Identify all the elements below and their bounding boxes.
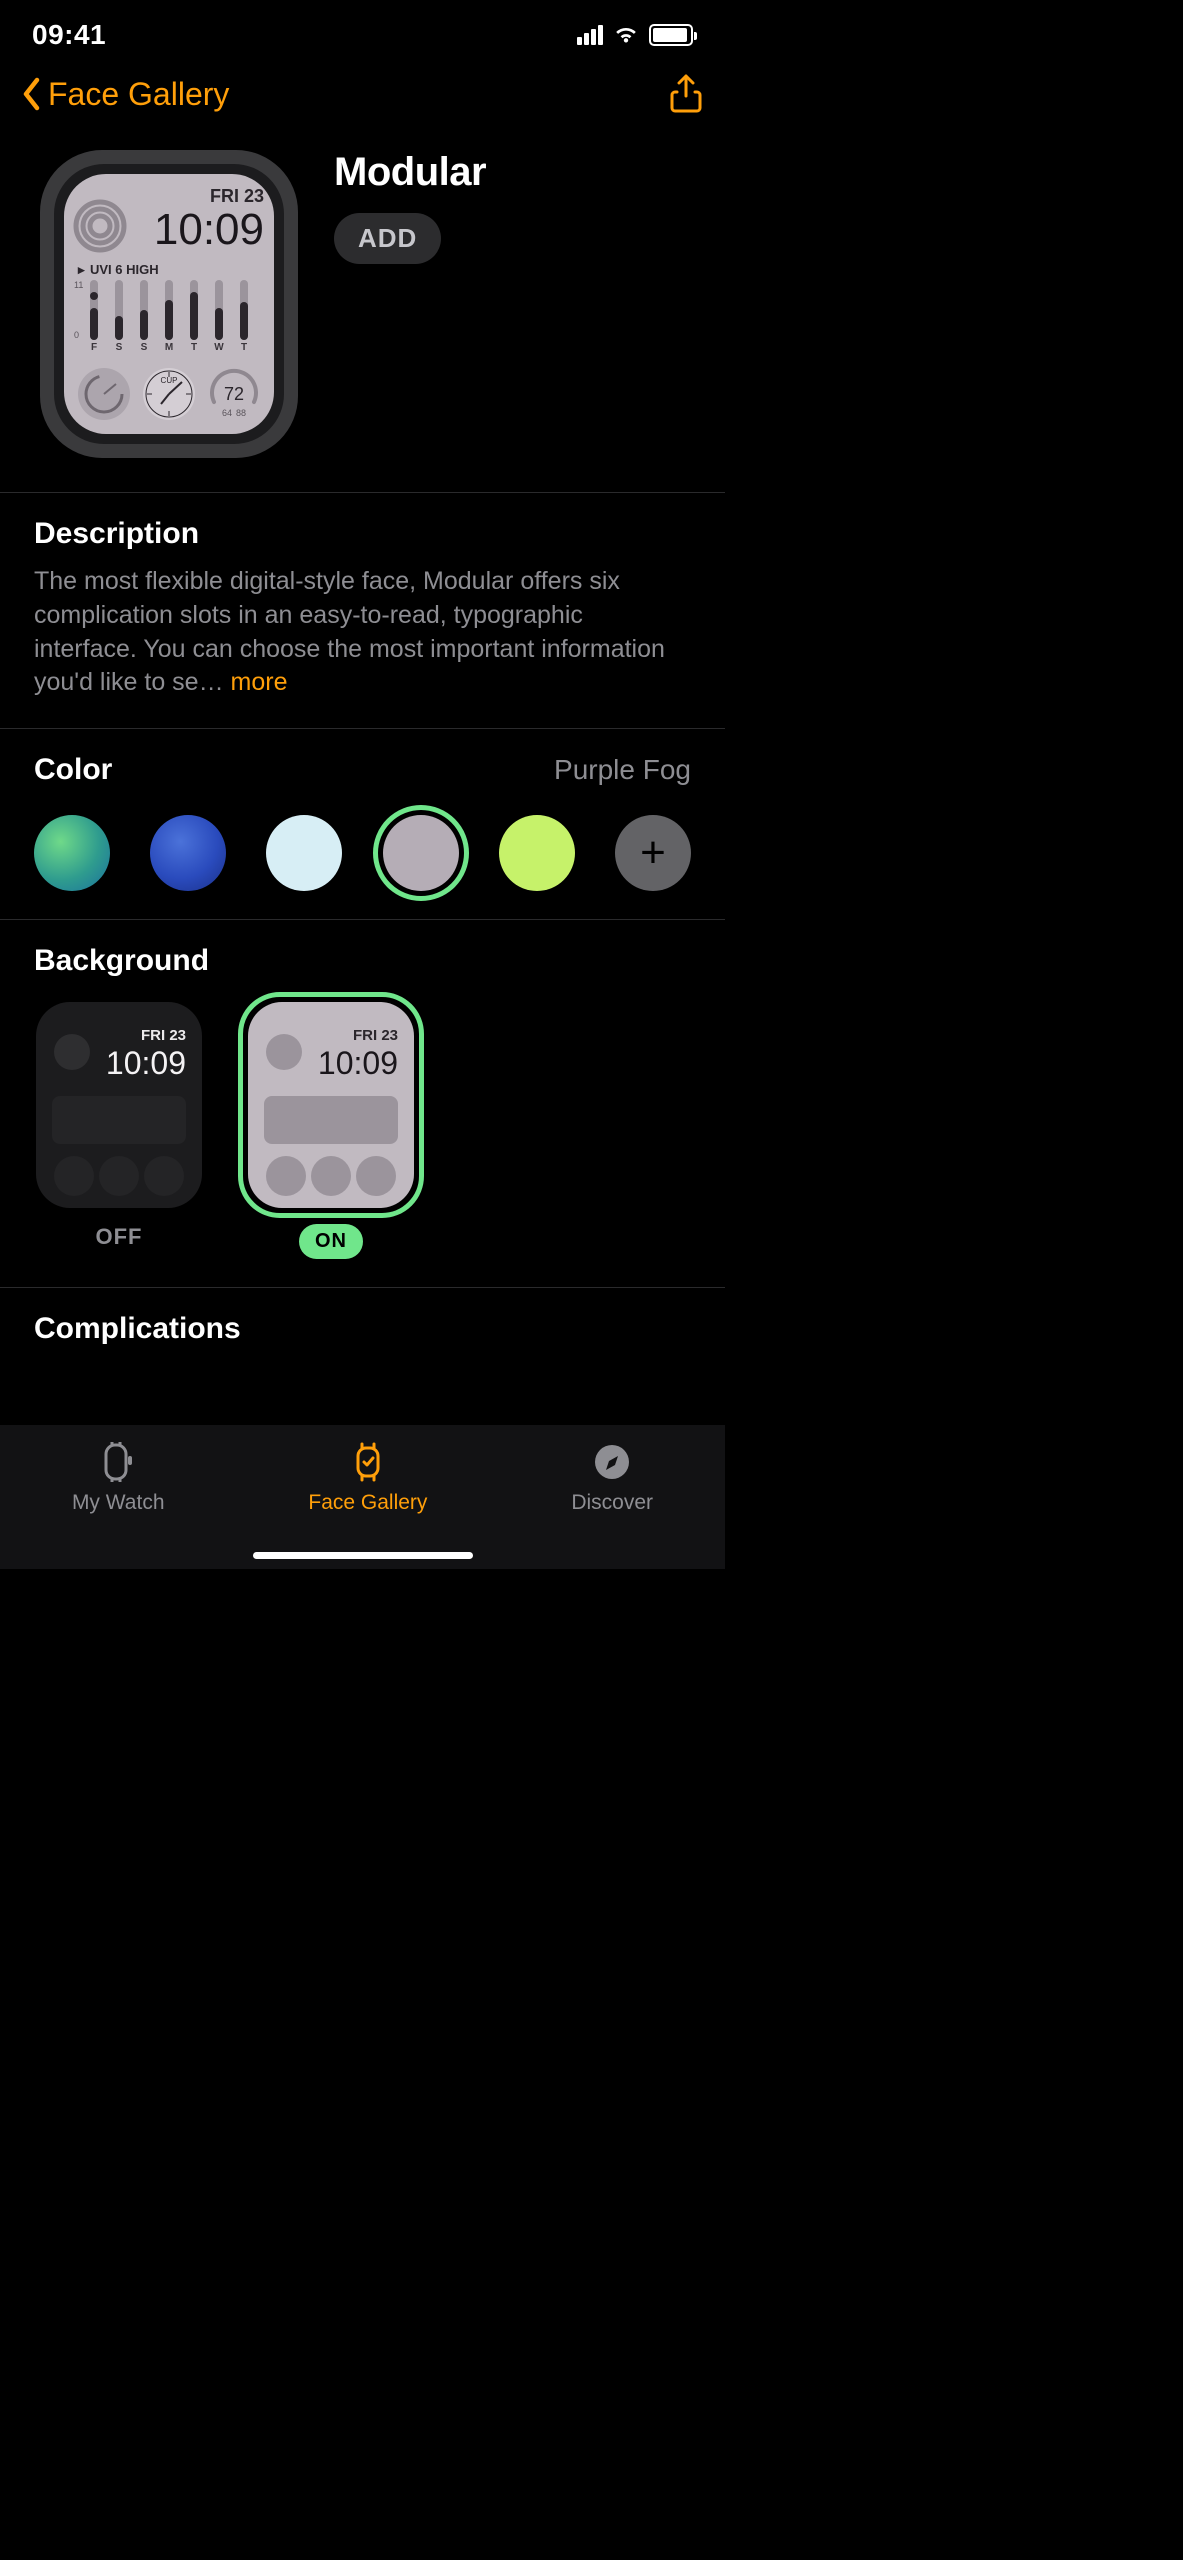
- svg-text:UVI 6 HIGH: UVI 6 HIGH: [90, 262, 159, 277]
- cellular-icon: [577, 25, 603, 45]
- watch-face-preview: FRI 23 10:09 ▸ UVI 6 HIGH 11 0: [34, 144, 304, 464]
- compass-icon: [591, 1441, 633, 1483]
- svg-text:M: M: [165, 342, 173, 353]
- background-on-label: ON: [299, 1224, 363, 1259]
- add-button[interactable]: ADD: [334, 213, 441, 264]
- description-section: Description The most flexible digital-st…: [0, 493, 725, 728]
- tab-my-watch-label: My Watch: [72, 1491, 165, 1515]
- share-button[interactable]: [669, 74, 703, 114]
- tab-bar: My Watch Face Gallery Discover: [0, 1425, 725, 1569]
- svg-text:T: T: [241, 342, 247, 353]
- svg-text:10:09: 10:09: [318, 1045, 398, 1081]
- tab-discover-label: Discover: [571, 1491, 653, 1515]
- color-swatch-light-blue[interactable]: [266, 815, 342, 891]
- svg-text:F: F: [91, 342, 97, 353]
- color-heading: Color: [34, 753, 112, 787]
- color-swatch-blue[interactable]: [150, 815, 226, 891]
- color-swatch-lime[interactable]: [499, 815, 575, 891]
- status-bar: 09:41: [0, 0, 725, 64]
- tab-discover[interactable]: Discover: [571, 1441, 653, 1515]
- back-button[interactable]: Face Gallery: [22, 76, 229, 113]
- svg-text:S: S: [116, 342, 123, 353]
- svg-text:CUP: CUP: [161, 376, 178, 385]
- color-section: Color Purple Fog +: [0, 729, 725, 919]
- background-section: Background FRI 23 10:09 OFF: [0, 920, 725, 1287]
- back-label: Face Gallery: [48, 76, 229, 113]
- wifi-icon: [613, 25, 639, 45]
- svg-text:72: 72: [224, 384, 244, 404]
- description-text: The most flexible digital-style face, Mo…: [34, 565, 691, 700]
- svg-text:FRI 23: FRI 23: [141, 1027, 186, 1044]
- svg-text:0: 0: [74, 330, 79, 340]
- svg-text:64: 64: [222, 408, 232, 418]
- description-heading: Description: [34, 517, 691, 551]
- background-option-on[interactable]: FRI 23 10:09 ON: [246, 1000, 416, 1259]
- more-link[interactable]: more: [224, 668, 288, 696]
- svg-text:S: S: [141, 342, 148, 353]
- svg-text:FRI 23: FRI 23: [210, 186, 264, 206]
- tab-my-watch[interactable]: My Watch: [72, 1441, 165, 1515]
- background-heading: Background: [34, 944, 691, 978]
- tab-face-gallery-label: Face Gallery: [308, 1491, 427, 1515]
- status-time: 09:41: [32, 19, 106, 51]
- status-icons: [577, 24, 693, 46]
- home-indicator[interactable]: [253, 1552, 473, 1559]
- background-off-label: OFF: [96, 1224, 143, 1250]
- color-swatch-purple-fog[interactable]: [383, 815, 459, 891]
- nav-bar: Face Gallery: [0, 64, 725, 132]
- battery-icon: [649, 24, 693, 46]
- color-selected-value: Purple Fog: [554, 754, 691, 786]
- hero-row: FRI 23 10:09 ▸ UVI 6 HIGH 11 0: [0, 132, 725, 492]
- color-swatch-green-gradient[interactable]: [34, 815, 110, 891]
- svg-text:11: 11: [74, 280, 83, 290]
- watch-face-title: Modular: [334, 150, 691, 195]
- svg-text:FRI 23: FRI 23: [353, 1027, 398, 1044]
- svg-text:T: T: [191, 342, 197, 353]
- svg-text:10:09: 10:09: [154, 205, 264, 254]
- chevron-left-icon: [22, 77, 42, 111]
- svg-text:10:09: 10:09: [106, 1045, 186, 1081]
- tab-face-gallery[interactable]: Face Gallery: [308, 1441, 427, 1515]
- face-gallery-icon: [347, 1441, 389, 1483]
- color-swatch-add[interactable]: +: [615, 815, 691, 891]
- svg-text:88: 88: [236, 408, 246, 418]
- svg-text:W: W: [214, 342, 224, 353]
- watch-icon: [97, 1441, 139, 1483]
- background-option-off[interactable]: FRI 23 10:09 OFF: [34, 1000, 204, 1259]
- complications-section: Complications: [0, 1288, 725, 1346]
- complications-heading: Complications: [34, 1312, 691, 1346]
